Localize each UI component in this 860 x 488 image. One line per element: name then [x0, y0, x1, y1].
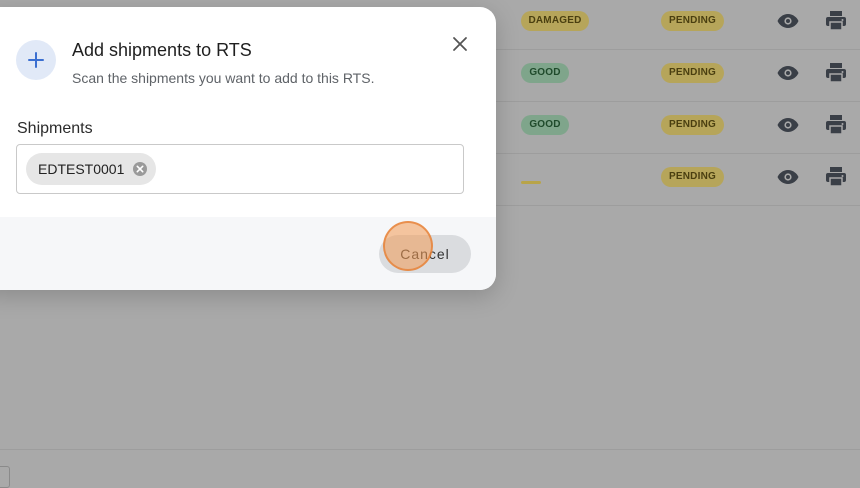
- status-badge: PENDING: [661, 167, 724, 187]
- condition-badge: GOOD: [521, 115, 569, 135]
- eye-icon[interactable]: [776, 61, 800, 85]
- plus-icon: [16, 40, 56, 80]
- cancel-button[interactable]: Cancel: [379, 235, 471, 273]
- dialog-subtitle: Scan the shipments you want to add to th…: [72, 70, 375, 86]
- status-badge: PENDING: [661, 11, 724, 31]
- eye-icon[interactable]: [776, 9, 800, 33]
- condition-empty-dash: [521, 181, 541, 184]
- close-icon[interactable]: [450, 34, 470, 54]
- status-badge: PENDING: [661, 63, 724, 83]
- printer-icon[interactable]: [824, 9, 848, 33]
- printer-icon[interactable]: [824, 113, 848, 137]
- eye-icon[interactable]: [776, 165, 800, 189]
- printer-icon[interactable]: [824, 165, 848, 189]
- condition-badge: GOOD: [521, 63, 569, 83]
- eye-icon[interactable]: [776, 113, 800, 137]
- condition-badge: DAMAGED: [521, 11, 589, 31]
- table-bottom-divider: [0, 449, 860, 450]
- shipment-scan-input[interactable]: [167, 153, 451, 187]
- dialog-title: Add shipments to RTS: [72, 40, 252, 60]
- pagination-control[interactable]: [0, 466, 10, 488]
- shipments-chip-input[interactable]: EDTEST0001: [16, 144, 464, 194]
- shipments-field-label: Shipments: [17, 120, 93, 137]
- printer-icon[interactable]: [824, 61, 848, 85]
- add-shipments-dialog: Add shipments to RTS Scan the shipments …: [0, 7, 496, 290]
- cancel-circle-icon[interactable]: [132, 161, 148, 177]
- status-badge: PENDING: [661, 115, 724, 135]
- shipment-chip: EDTEST0001: [26, 153, 157, 185]
- shipment-chip-label: EDTEST0001: [38, 161, 125, 177]
